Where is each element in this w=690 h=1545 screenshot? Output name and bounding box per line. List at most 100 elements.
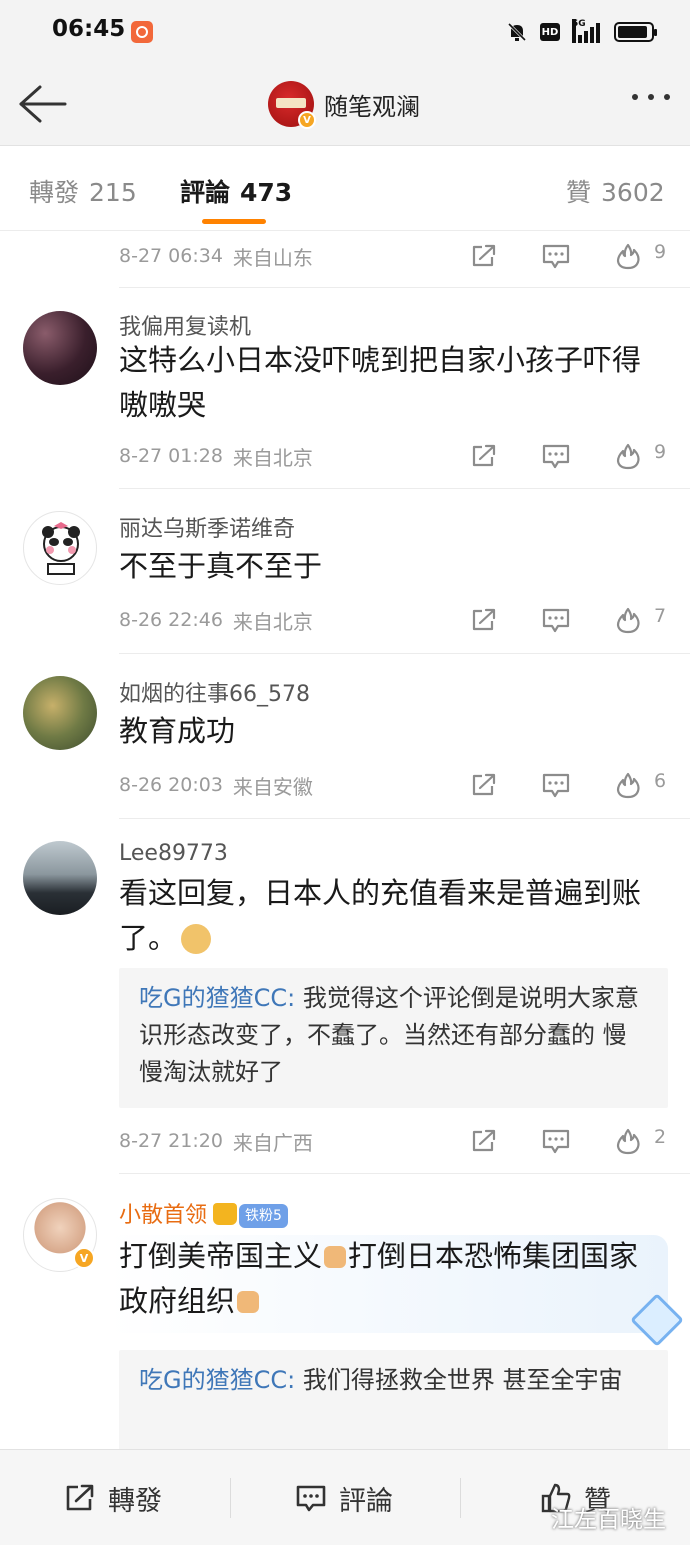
- comment-meta: 8-27 21:20 来自广西 2: [119, 1124, 668, 1158]
- comment-meta: 8-26 22:46 来自北京 7: [119, 603, 668, 637]
- watermark: 江左百晓生: [551, 1507, 666, 1533]
- nested-reply[interactable]: 吃G的猹猹CC: 我们得拯救全世界 甚至全宇宙: [119, 1350, 668, 1449]
- comment-text: 教育成功: [119, 714, 236, 748]
- comment-username[interactable]: 小散首领: [119, 1203, 207, 1228]
- comment-icon: [296, 1485, 326, 1512]
- like-button[interactable]: [613, 442, 643, 470]
- like-button[interactable]: [613, 771, 643, 799]
- nav-bar: V 随笔观澜: [0, 62, 690, 146]
- status-time: 06:45: [52, 16, 126, 42]
- like-count: 6: [654, 770, 667, 792]
- tab-likes-label: 贊: [566, 178, 592, 207]
- avatar[interactable]: [23, 311, 97, 385]
- reply-button[interactable]: [541, 1127, 571, 1155]
- crown-icon: [213, 1203, 238, 1225]
- share-button[interactable]: [469, 442, 499, 470]
- divider: [230, 1478, 231, 1518]
- share-button[interactable]: [469, 606, 499, 634]
- nested-reply[interactable]: 吃G的猹猹CC: 我觉得这个评论倒是说明大家意识形态改变了，不蠢了。当然还有部分…: [119, 968, 668, 1108]
- share-icon: [472, 1129, 496, 1152]
- comment-text: 打倒美帝国主义 打倒日本恐怖集团国家政府组织: [119, 1234, 664, 1324]
- dot-icon: [648, 94, 654, 100]
- like-button[interactable]: [613, 606, 643, 634]
- share-icon: [472, 244, 496, 267]
- battery-icon: [614, 22, 657, 42]
- like-count: 9: [654, 241, 667, 263]
- reply-author-link[interactable]: 吃G的猹猹CC: [139, 984, 287, 1012]
- comment-username[interactable]: Lee89773: [119, 841, 228, 866]
- dot-icon: [632, 94, 638, 100]
- reply-button[interactable]: [541, 771, 571, 799]
- comment-username-row: 小散首领 铁粉5: [119, 1197, 288, 1229]
- comment-time: 8-26 20:03: [119, 774, 223, 796]
- divider: [119, 1173, 690, 1174]
- fan-badge[interactable]: 铁粉5: [239, 1204, 288, 1228]
- comment-icon: [542, 773, 570, 798]
- tab-likes[interactable]: 贊 3602: [566, 173, 665, 209]
- comment-location: 来自安徽: [232, 774, 313, 799]
- account-avatar[interactable]: V: [268, 81, 316, 129]
- share-icon: [472, 444, 496, 467]
- hd-icon: HD: [540, 23, 560, 41]
- tab-comments-count: 473: [240, 178, 293, 207]
- tab-repost-label: 轉發: [29, 178, 80, 207]
- flame-like-icon: [616, 607, 640, 634]
- share-button[interactable]: [469, 771, 499, 799]
- dot-icon: [664, 94, 670, 100]
- avatar[interactable]: [23, 511, 97, 585]
- post-tabs: 轉發 215 評論 473 贊 3602: [0, 147, 690, 231]
- comment-username[interactable]: 我偏用复读机: [119, 309, 251, 341]
- comment-location: 来自北京: [232, 609, 313, 634]
- tab-comments[interactable]: 評論 473: [180, 173, 292, 209]
- divider: [119, 488, 690, 489]
- reply-button[interactable]: [541, 606, 571, 634]
- flame-like-icon: [616, 243, 640, 270]
- comment-label: 評論: [339, 1485, 393, 1517]
- tab-repost-count: 215: [89, 178, 137, 207]
- comment-icon: [542, 444, 570, 469]
- comment-meta: 8-26 20:03 来自安徽 6: [119, 768, 668, 802]
- back-button[interactable]: [18, 84, 68, 124]
- flame-like-icon: [616, 1128, 640, 1155]
- flame-like-icon: [616, 772, 640, 799]
- panda-meme-avatar-icon: [42, 522, 80, 575]
- like-button[interactable]: [613, 242, 643, 270]
- comment-text-part: 打倒美帝国主义: [119, 1239, 323, 1273]
- mute-bell-icon: [506, 21, 528, 43]
- app-notification-icon: [131, 21, 153, 43]
- repost-button[interactable]: 轉發: [64, 1450, 162, 1545]
- fist-emoji-icon: [324, 1246, 347, 1268]
- status-bar: 06:45 HD 5G: [0, 0, 690, 62]
- repost-icon: [66, 1484, 94, 1511]
- comment-text: 不至于真不至于: [119, 549, 323, 583]
- active-tab-indicator: [202, 219, 266, 224]
- comment-time: 8-27 01:28: [119, 445, 223, 467]
- reply-author-link[interactable]: 吃G的猹猹CC: [139, 1366, 287, 1394]
- comment-icon: [542, 1129, 570, 1154]
- share-button[interactable]: [469, 242, 499, 270]
- reply-button[interactable]: [541, 442, 571, 470]
- comment-button[interactable]: 評論: [295, 1450, 393, 1545]
- status-icons: HD 5G: [506, 19, 657, 45]
- more-menu-button[interactable]: [632, 94, 670, 100]
- share-button[interactable]: [469, 1127, 499, 1155]
- comment-meta: 8-27 01:28 来自北京 9: [119, 439, 668, 473]
- like-button[interactable]: [613, 1127, 643, 1155]
- avatar[interactable]: [23, 841, 97, 915]
- comment-username[interactable]: 丽达乌斯季诺维奇: [119, 511, 295, 543]
- tab-repost[interactable]: 轉發 215: [29, 173, 137, 209]
- like-count: 2: [654, 1126, 667, 1148]
- tab-comments-label: 評論: [180, 178, 231, 207]
- account-name[interactable]: 随笔观澜: [324, 87, 420, 122]
- comment-text: 看这回复，日本人的充值看来是普遍到账了。: [119, 871, 664, 961]
- comment-text: 这特么小日本没吓唬到把自家小孩子吓得嗷嗷哭: [119, 343, 642, 422]
- avatar[interactable]: [23, 676, 97, 750]
- comment-location: 来自山东: [232, 245, 313, 270]
- like-count: 7: [654, 605, 667, 627]
- reply-text: 我们得拯救全世界 甚至全宇宙: [302, 1366, 623, 1394]
- account-header[interactable]: V 随笔观澜: [268, 81, 420, 129]
- doge-emoji-icon: [181, 924, 212, 954]
- reply-button[interactable]: [541, 242, 571, 270]
- comment-username[interactable]: 如烟的往事66_578: [119, 676, 310, 708]
- comment-icon: [542, 608, 570, 633]
